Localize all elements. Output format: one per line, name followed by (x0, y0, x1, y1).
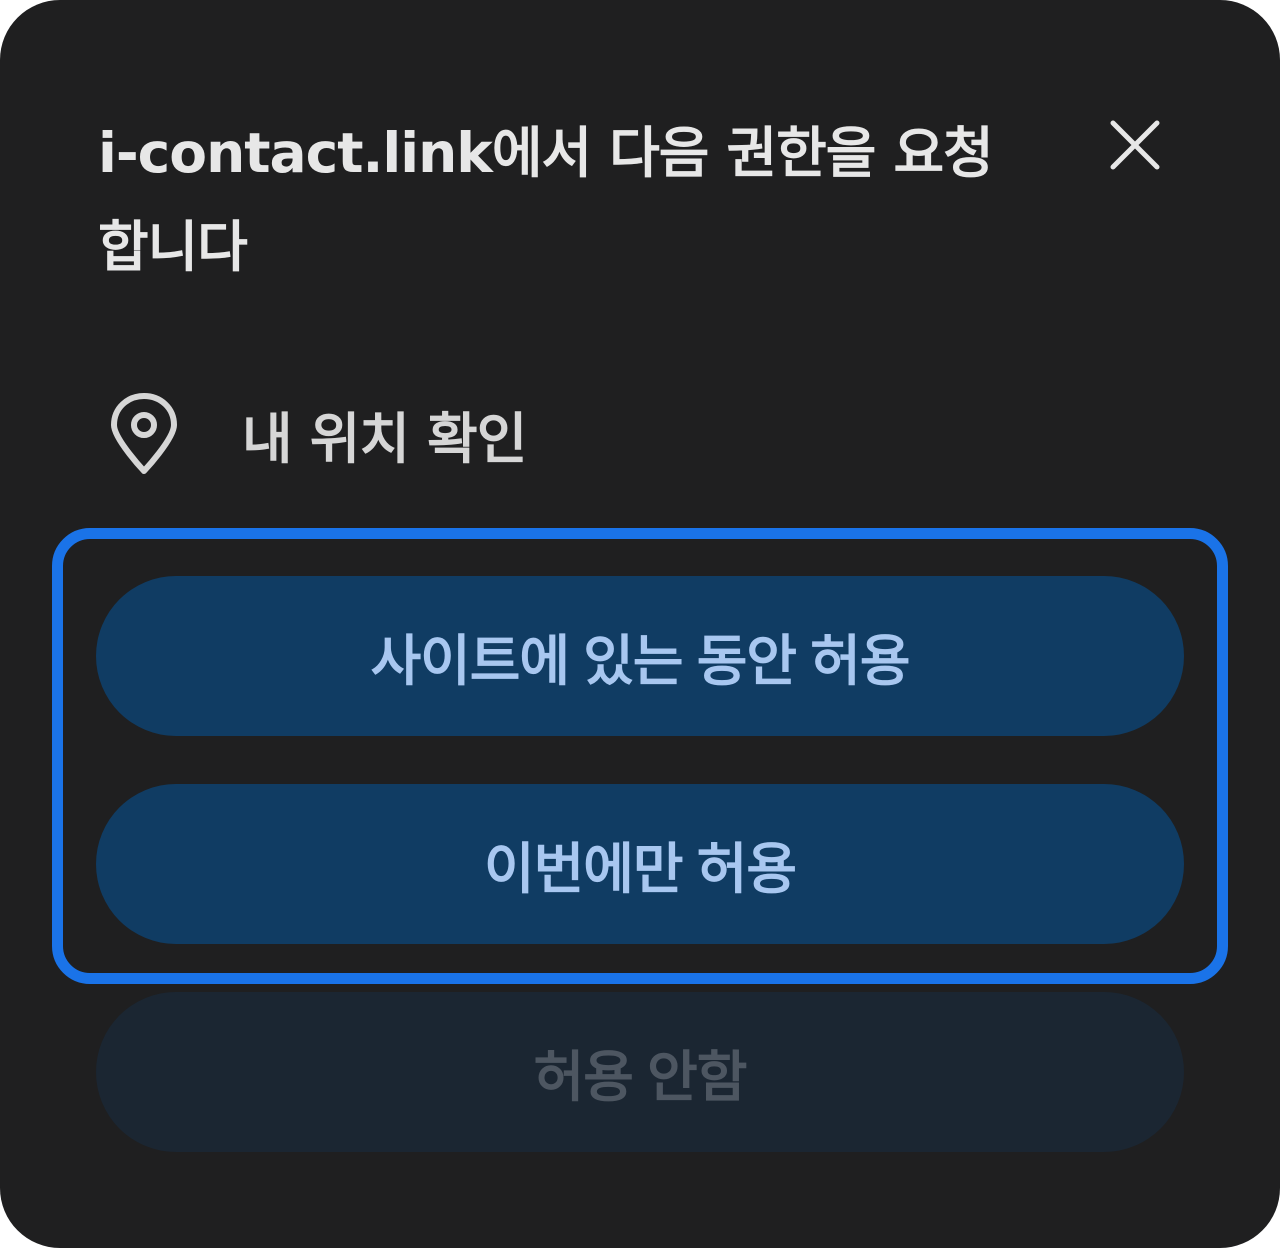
permission-label: 내 위치 확인 (242, 407, 527, 471)
allow-while-visiting-button[interactable]: 사이트에 있는 동안 허용 (96, 576, 1184, 736)
close-button[interactable] (1100, 110, 1170, 180)
allow-this-time-button[interactable]: 이번에만 허용 (96, 784, 1184, 944)
close-icon (1110, 120, 1160, 170)
location-pin-icon (108, 392, 180, 476)
permission-dialog: i-contact.link에서 다음 권한을 요청합니다 내 위치 확인 사이… (0, 0, 1280, 1248)
deny-button[interactable]: 허용 안함 (96, 992, 1184, 1152)
permission-item-location: 내 위치 확인 (108, 392, 527, 476)
dialog-title: i-contact.link에서 다음 권한을 요청합니다 (98, 121, 994, 279)
